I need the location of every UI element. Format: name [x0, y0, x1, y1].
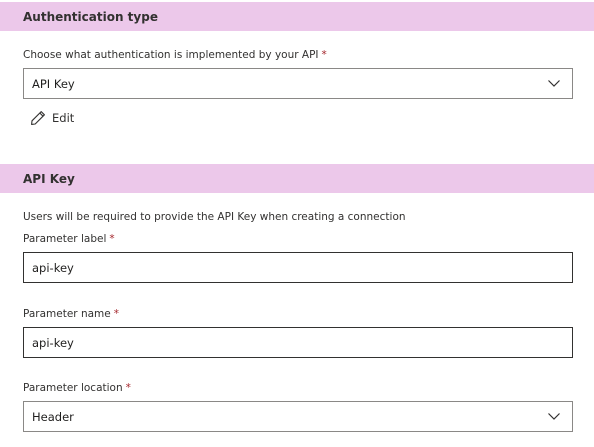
- parameter-name-input[interactable]: [23, 327, 573, 358]
- api-key-description: Users will be required to provide the AP…: [23, 211, 406, 223]
- parameter-location-label-text: Parameter location: [23, 382, 123, 394]
- chevron-down-icon: [548, 413, 560, 421]
- required-marker: *: [109, 233, 115, 245]
- section-header-authentication-type: Authentication type: [0, 2, 594, 31]
- auth-type-label-text: Choose what authentication is implemente…: [23, 49, 319, 61]
- parameter-label-label: Parameter label *: [23, 233, 115, 245]
- auth-type-selected-value: API Key: [32, 76, 75, 91]
- edit-label: Edit: [52, 111, 75, 125]
- pencil-icon: [30, 110, 46, 126]
- auth-type-dropdown[interactable]: API Key: [23, 68, 573, 99]
- section-title: API Key: [23, 171, 75, 186]
- auth-type-label: Choose what authentication is implemente…: [23, 49, 327, 61]
- edit-button[interactable]: Edit: [30, 108, 74, 128]
- parameter-label-label-text: Parameter label: [23, 233, 107, 245]
- section-title: Authentication type: [23, 9, 158, 24]
- parameter-label-input[interactable]: [23, 252, 573, 283]
- parameter-location-label: Parameter location *: [23, 382, 131, 394]
- required-marker: *: [125, 382, 131, 394]
- required-marker: *: [113, 308, 119, 320]
- parameter-name-label-text: Parameter name: [23, 308, 111, 320]
- parameter-location-selected-value: Header: [32, 409, 74, 424]
- section-header-api-key: API Key: [0, 164, 594, 193]
- chevron-down-icon: [548, 80, 560, 88]
- required-marker: *: [321, 49, 327, 61]
- parameter-name-label: Parameter name *: [23, 308, 119, 320]
- parameter-location-dropdown[interactable]: Header: [23, 401, 573, 432]
